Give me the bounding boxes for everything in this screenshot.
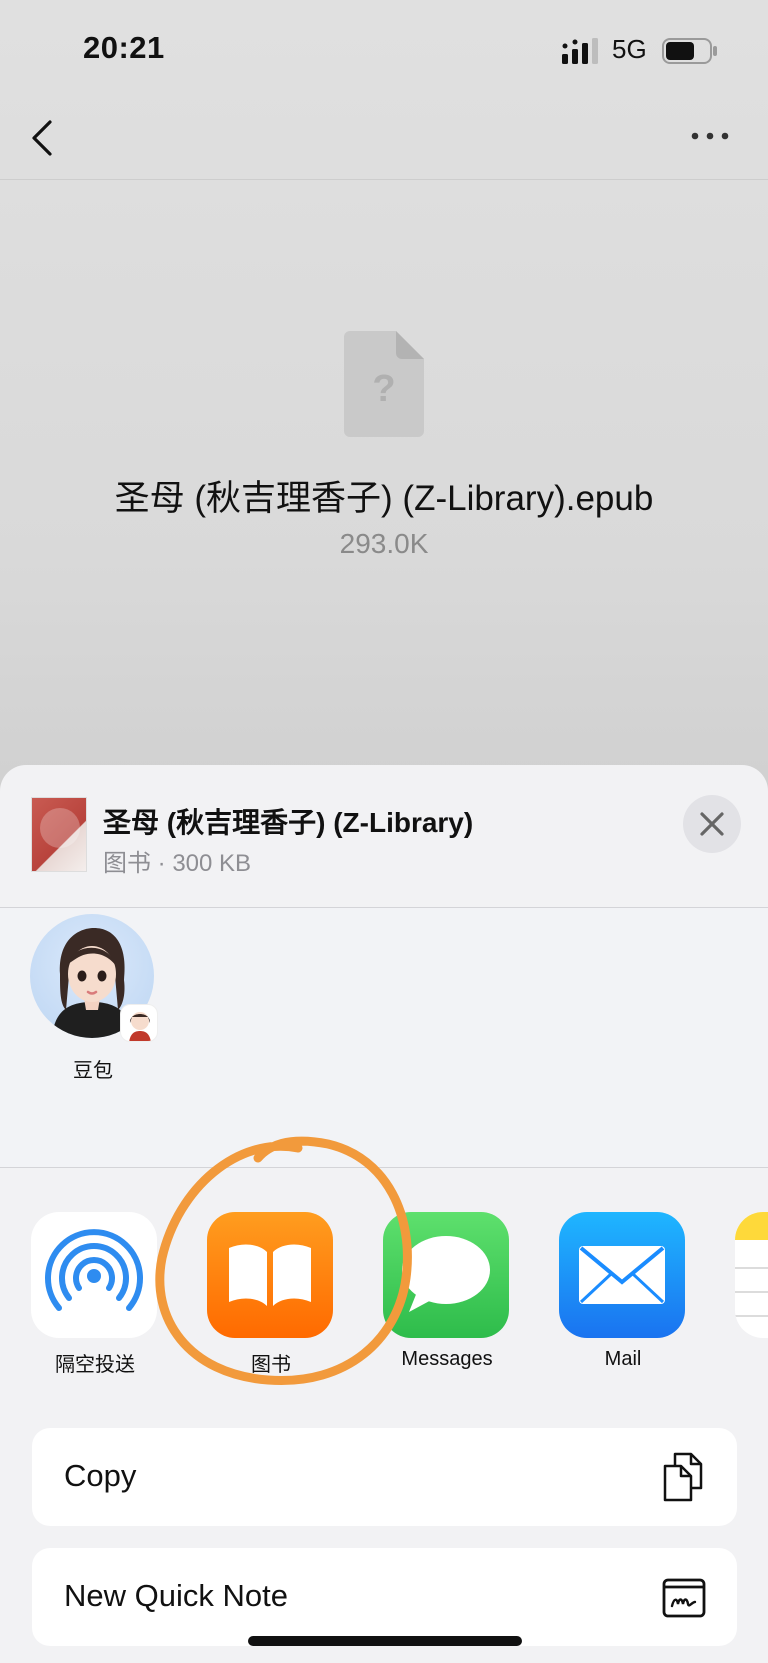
close-icon xyxy=(700,812,724,836)
books-icon xyxy=(207,1212,333,1338)
action-label: Copy xyxy=(64,1458,137,1493)
contact-suggestions: 豆包 xyxy=(0,908,768,1167)
unknown-file-icon: ? xyxy=(344,331,424,437)
nav-divider xyxy=(0,179,768,180)
home-indicator xyxy=(248,1636,522,1646)
signal-icon xyxy=(562,38,598,64)
app-badge-icon xyxy=(120,1004,158,1042)
action-label: New Quick Note xyxy=(64,1578,288,1613)
file-size: 293.0K xyxy=(339,528,429,559)
airdrop-icon xyxy=(31,1212,157,1338)
file-icon-glyph: ? xyxy=(372,368,395,410)
notes-icon xyxy=(735,1212,768,1338)
share-sheet: 圣母 (秋吉理香子) (Z-Library) 图书 · 300 KB 豆包 隔空… xyxy=(0,765,768,1663)
quick-note-icon xyxy=(662,1578,706,1618)
file-name: 圣母 (秋吉理香子) (Z-Library).epub xyxy=(114,479,654,518)
battery-icon xyxy=(662,38,717,64)
mail-icon xyxy=(559,1212,685,1338)
share-sheet-subtitle: 图书 · 300 KB xyxy=(103,850,252,877)
ellipsis-icon[interactable] xyxy=(690,126,730,146)
share-sheet-title: 圣母 (秋吉理香子) (Z-Library) xyxy=(103,807,474,838)
app-label: Messages xyxy=(401,1348,493,1370)
book-cover-thumbnail xyxy=(31,797,87,872)
new-quick-note-action[interactable]: New Quick Note xyxy=(32,1548,737,1646)
status-time: 20:21 xyxy=(83,30,165,65)
share-app-row: 隔空投送 图书 Messages Mail xyxy=(0,1168,768,1376)
chevron-left-icon[interactable] xyxy=(30,118,54,158)
copy-icon xyxy=(663,1452,703,1502)
app-label: Mail xyxy=(604,1348,642,1370)
network-label: 5G xyxy=(612,34,647,64)
app-label: 图书 xyxy=(251,1354,291,1376)
copy-action[interactable]: Copy xyxy=(32,1428,737,1526)
contact-label: 豆包 xyxy=(73,1060,113,1082)
close-button[interactable] xyxy=(683,795,741,853)
share-sheet-header: 圣母 (秋吉理香子) (Z-Library) 图书 · 300 KB xyxy=(0,765,768,907)
messages-icon xyxy=(383,1212,509,1338)
app-label: 隔空投送 xyxy=(55,1354,135,1376)
